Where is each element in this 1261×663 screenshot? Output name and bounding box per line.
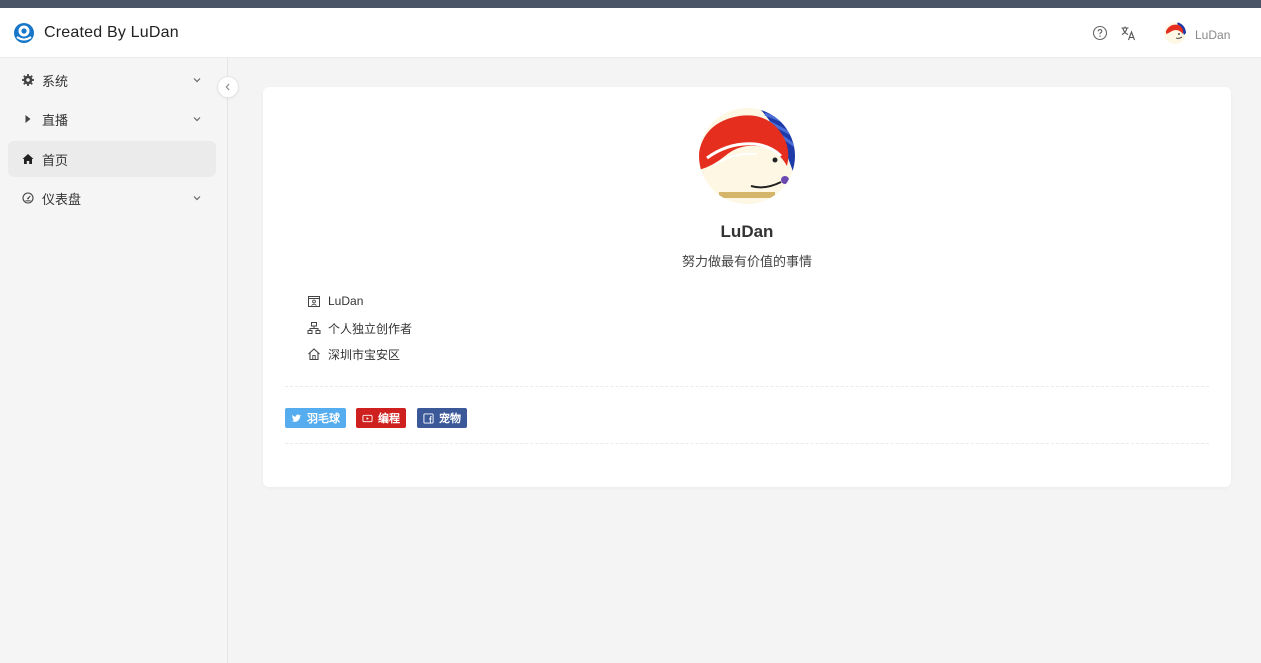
- tag-label: 编程: [378, 413, 400, 425]
- info-row-title: 个人独立创作者: [307, 319, 412, 337]
- sidebar: 系统 直播 首页 仪表盘: [0, 58, 228, 663]
- chevron-left-icon: [225, 83, 230, 91]
- tag-label: 羽毛球: [307, 413, 340, 425]
- tag-badminton[interactable]: 羽毛球: [285, 408, 346, 428]
- chevron-down-icon: [193, 117, 201, 122]
- profile-card: LuDan 努力做最有价值的事情 LuDan 个人独立创作者 深圳市宝安区 羽毛…: [263, 87, 1231, 487]
- info-text: 个人独立创作者: [328, 321, 413, 336]
- home-icon: [22, 154, 34, 164]
- help-circle-icon[interactable]: [1092, 25, 1108, 41]
- org-chart-icon: [307, 322, 321, 334]
- tag-pets[interactable]: 宠物: [417, 408, 467, 428]
- gear-icon: [22, 74, 34, 86]
- window-top-strip: [0, 0, 1261, 8]
- profile-name: LuDan: [720, 222, 774, 241]
- brand-title: Created By LuDan: [44, 24, 179, 41]
- divider: [285, 443, 1209, 444]
- info-row-location: 深圳市宝安区: [307, 345, 400, 363]
- tag-label: 宠物: [439, 413, 461, 425]
- dashboard-icon: [22, 192, 34, 204]
- tag-programming[interactable]: 编程: [356, 408, 406, 428]
- profile-motto: 努力做最有价值的事情: [681, 254, 812, 269]
- info-row-username: LuDan: [307, 292, 363, 310]
- user-avatar[interactable]: [1164, 22, 1186, 44]
- chevron-down-icon: [193, 196, 201, 201]
- sidebar-collapse-button[interactable]: [217, 76, 239, 98]
- logo-icon: [14, 23, 34, 43]
- id-card-icon: [308, 296, 320, 307]
- home-icon: [308, 348, 320, 361]
- youtube-icon: [362, 414, 373, 422]
- divider: [285, 386, 1209, 387]
- twitter-icon: [291, 414, 302, 422]
- play-icon: [25, 115, 31, 123]
- sidebar-item-home[interactable]: 首页: [8, 141, 216, 177]
- sidebar-item-dashboard[interactable]: 仪表盘: [8, 180, 216, 216]
- info-text: LuDan: [328, 294, 364, 308]
- top-header: Created By LuDan LuDan: [0, 8, 1261, 58]
- sidebar-item-label: 系统: [42, 73, 69, 89]
- sidebar-item-label: 直播: [42, 112, 69, 128]
- info-text: 深圳市宝安区: [328, 347, 401, 362]
- sidebar-item-label: 仪表盘: [42, 191, 82, 207]
- translate-icon[interactable]: [1120, 25, 1136, 41]
- chevron-down-icon: [193, 78, 201, 83]
- header-user-name[interactable]: LuDan: [1195, 28, 1230, 42]
- sidebar-item-system[interactable]: 系统: [8, 62, 216, 98]
- profile-avatar: [699, 108, 795, 204]
- sidebar-item-label: 首页: [42, 152, 69, 168]
- facebook-icon: [423, 412, 434, 424]
- sidebar-item-live[interactable]: 直播: [8, 101, 216, 137]
